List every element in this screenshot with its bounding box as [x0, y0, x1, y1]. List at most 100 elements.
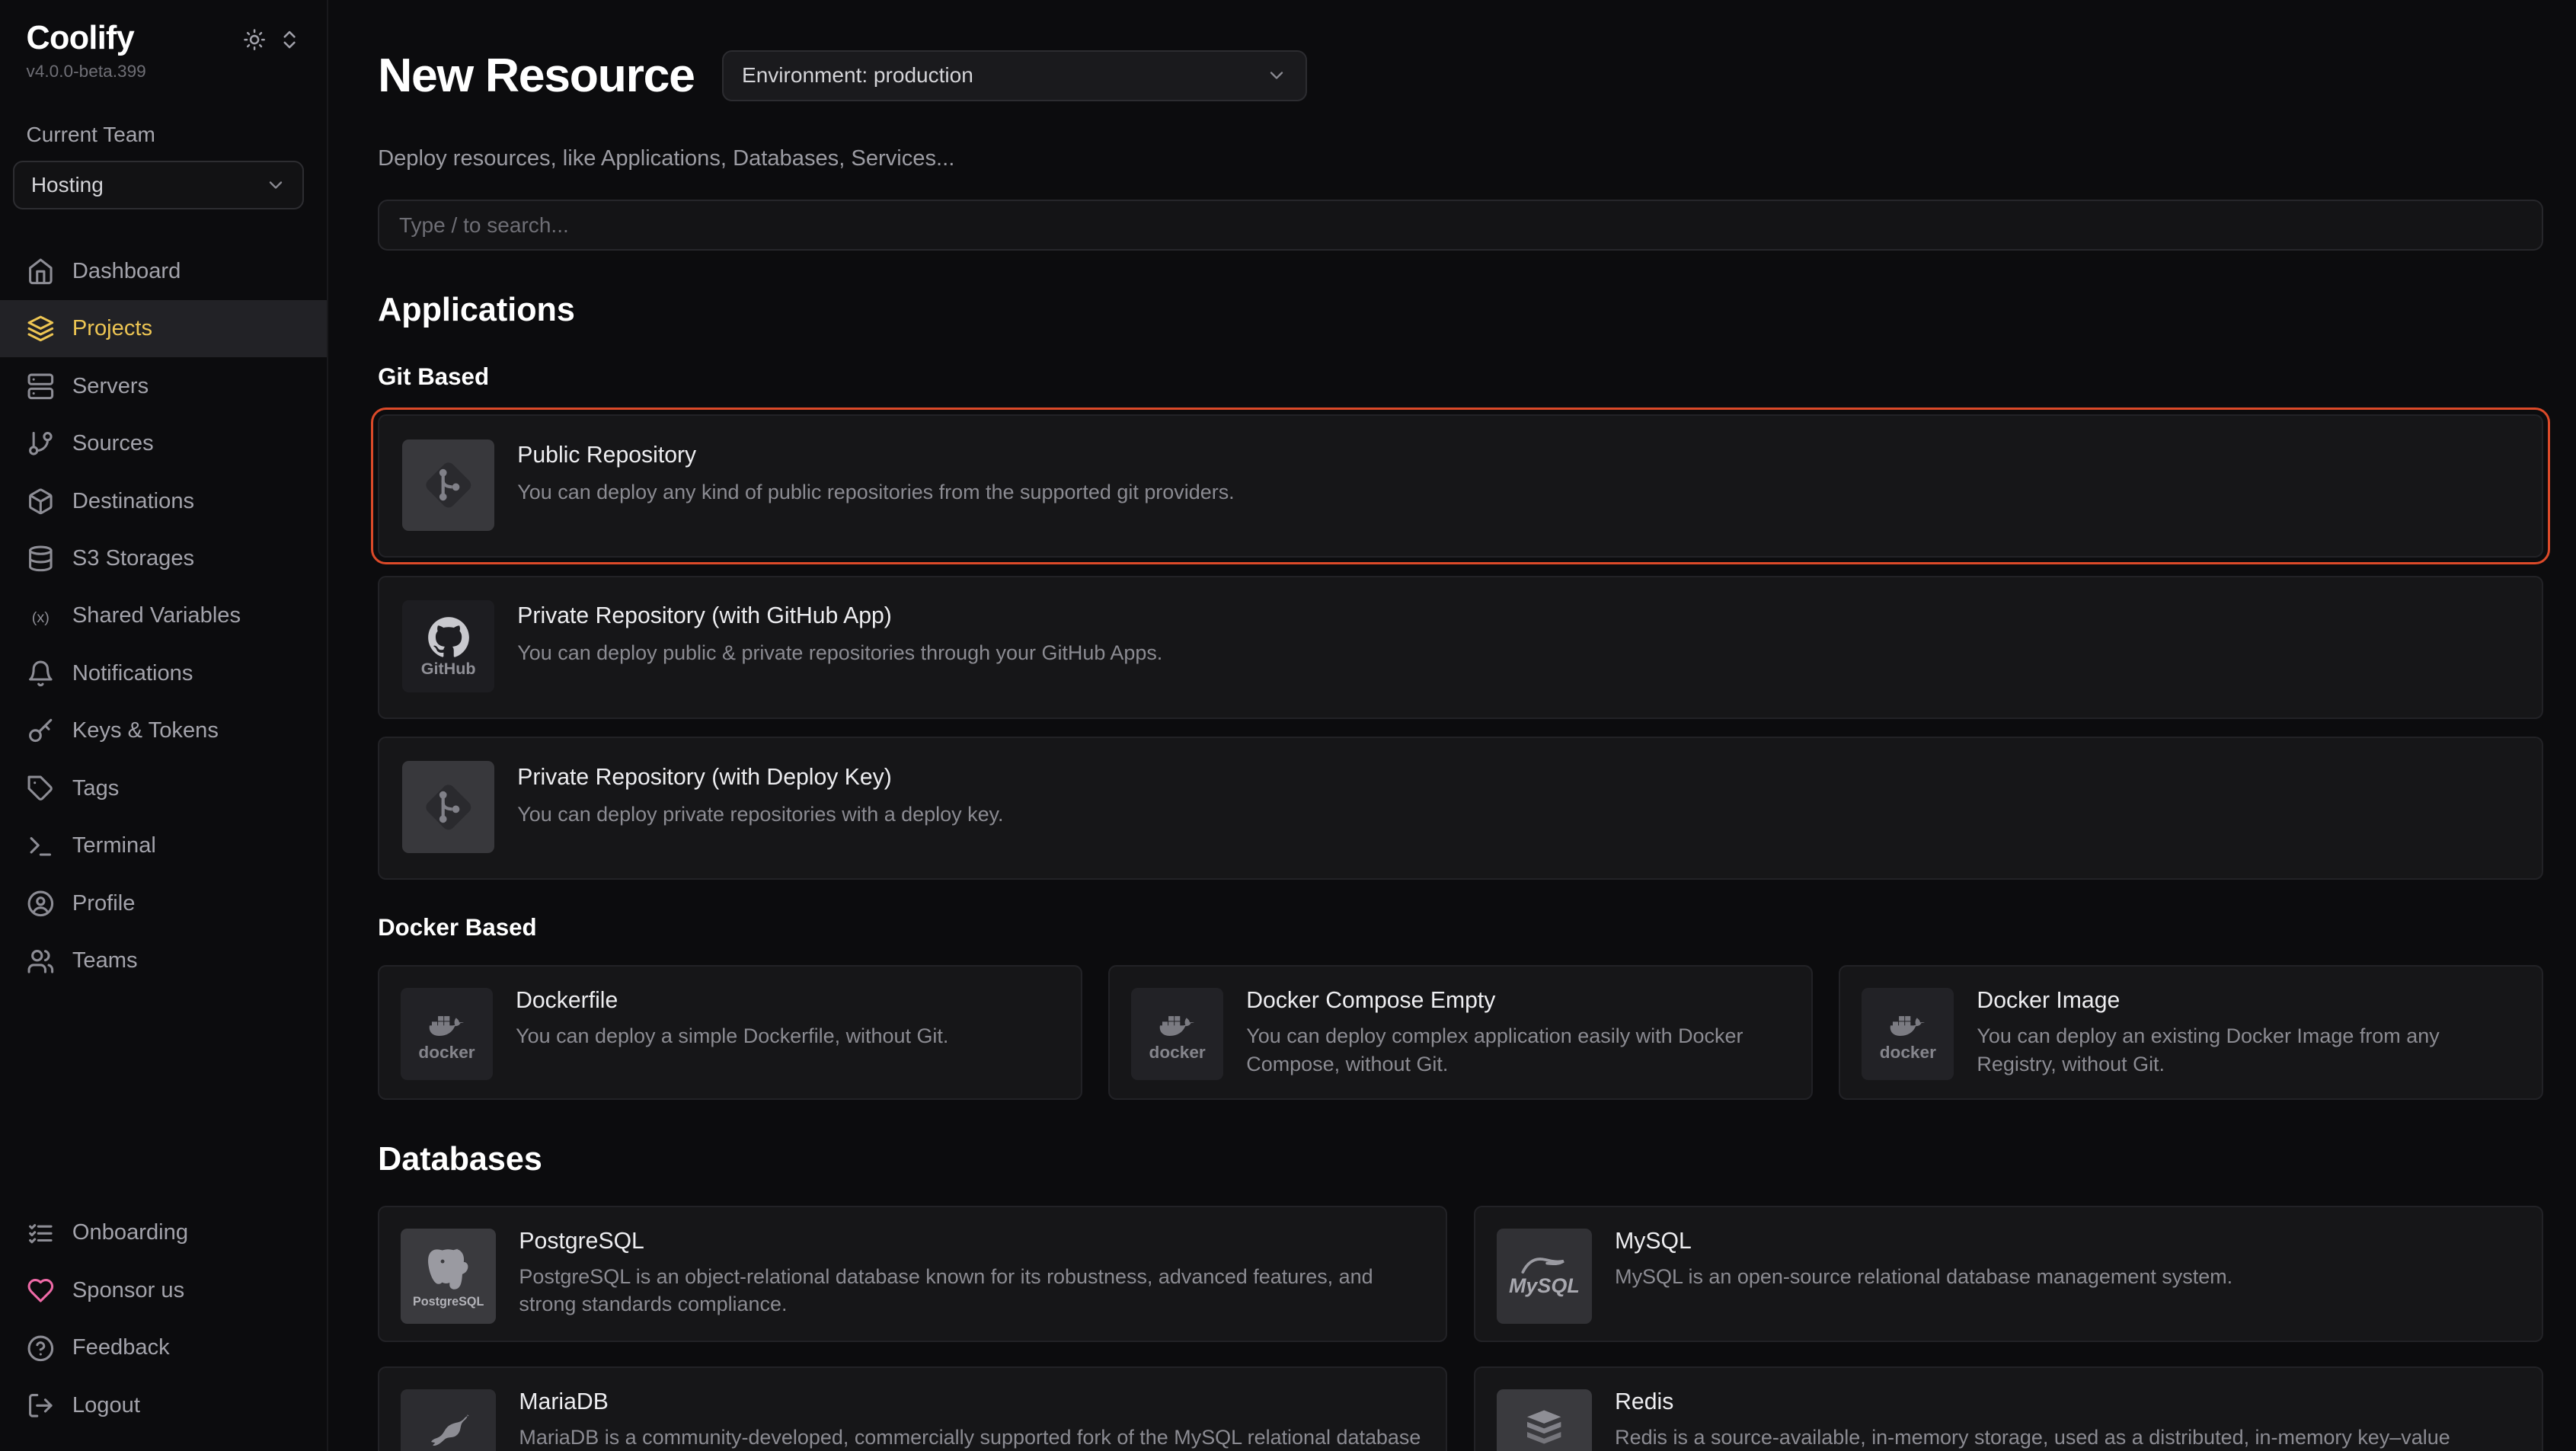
postgresql-wordmark: PostgreSQL: [413, 1296, 484, 1308]
sidebar-footer-nav: Onboarding Sponsor us Feedback Logout: [0, 1204, 327, 1434]
card-postgresql[interactable]: PostgreSQL PostgreSQL PostgreSQL is an o…: [378, 1206, 1447, 1342]
mariadb-icon: MariaDB: [401, 1389, 496, 1450]
card-mysql[interactable]: MySQL MySQL MySQL is an open-source rela…: [1474, 1206, 2543, 1342]
sidebar: Coolify v4.0.0-beta.399 Current Team Hos…: [0, 0, 328, 1451]
sidebar-item-logout[interactable]: Logout: [0, 1377, 327, 1434]
logout-icon: [27, 1392, 55, 1420]
sidebar-item-label: Shared Variables: [72, 603, 241, 628]
sidebar-item-keys-tokens[interactable]: Keys & Tokens: [0, 702, 327, 759]
card-description: Redis is a source-available, in-memory s…: [1615, 1424, 2520, 1450]
sidebar-item-servers[interactable]: Servers: [0, 357, 327, 414]
sidebar-item-sources[interactable]: Sources: [0, 415, 327, 472]
card-description: You can deploy any kind of public reposi…: [517, 478, 2519, 506]
docker-wordmark: docker: [1149, 1044, 1206, 1062]
help-circle-icon: [27, 1334, 55, 1363]
card-docker-image[interactable]: docker Docker Image You can deploy an ex…: [1839, 965, 2543, 1100]
page-title: New Resource: [378, 48, 695, 103]
card-title: Public Repository: [517, 443, 2519, 468]
redis-icon: redis: [1497, 1389, 1592, 1450]
card-mariadb[interactable]: MariaDB MariaDB MariaDB is a community-d…: [378, 1366, 1447, 1450]
chevrons-up-down-icon[interactable]: [278, 28, 301, 51]
sidebar-item-s3-storages[interactable]: S3 Storages: [0, 530, 327, 587]
git-branch-icon: [27, 430, 55, 458]
sidebar-item-destinations[interactable]: Destinations: [0, 472, 327, 529]
github-wordmark: GitHub: [421, 660, 476, 677]
card-description: You can deploy complex application easil…: [1246, 1022, 1790, 1078]
card-title: Docker Image: [1977, 988, 2520, 1014]
sidebar-item-onboarding[interactable]: Onboarding: [0, 1204, 327, 1261]
card-dockerfile[interactable]: docker Dockerfile You can deploy a simpl…: [378, 965, 1082, 1100]
current-team-label: Current Team: [0, 123, 327, 147]
card-description: PostgreSQL is an object-relational datab…: [519, 1263, 1424, 1318]
sidebar-item-label: Feedback: [72, 1335, 170, 1360]
environment-select[interactable]: Environment: production: [722, 50, 1307, 101]
card-title: MariaDB: [519, 1389, 1424, 1415]
team-select-value: Hosting: [31, 173, 104, 197]
heart-icon: [27, 1277, 55, 1305]
sidebar-item-label: Servers: [72, 374, 149, 399]
card-description: You can deploy a simple Dockerfile, with…: [516, 1022, 1059, 1050]
docker-wordmark: docker: [1880, 1044, 1936, 1062]
sidebar-item-label: Keys & Tokens: [72, 718, 219, 743]
card-title: MySQL: [1615, 1229, 2520, 1254]
sidebar-nav: Dashboard Projects Servers Sources Desti…: [0, 242, 327, 989]
app-logo[interactable]: Coolify: [27, 20, 135, 57]
environment-select-value: Environment: production: [742, 63, 973, 88]
card-private-repository-github-app[interactable]: GitHub Private Repository (with GitHub A…: [378, 576, 2543, 719]
postgresql-icon: PostgreSQL: [401, 1229, 496, 1324]
card-public-repository[interactable]: Public Repository You can deploy any kin…: [378, 414, 2543, 558]
sidebar-item-shared-variables[interactable]: Shared Variables: [0, 587, 327, 644]
card-description: You can deploy an existing Docker Image …: [1977, 1022, 2520, 1078]
card-private-repository-deploy-key[interactable]: Private Repository (with Deploy Key) You…: [378, 737, 2543, 880]
team-select[interactable]: Hosting: [13, 161, 304, 210]
docker-based-cards: docker Dockerfile You can deploy a simpl…: [378, 965, 2543, 1100]
home-icon: [27, 257, 55, 286]
list-checks-icon: [27, 1219, 55, 1248]
card-redis[interactable]: redis Redis Redis is a source-available,…: [1474, 1366, 2543, 1450]
terminal-icon: [27, 833, 55, 861]
sidebar-item-terminal[interactable]: Terminal: [0, 817, 327, 874]
section-heading-applications: Applications: [378, 292, 2543, 329]
theme-toggle-sun-icon[interactable]: [243, 28, 266, 51]
bell-icon: [27, 660, 55, 688]
sidebar-item-dashboard[interactable]: Dashboard: [0, 242, 327, 299]
docker-wordmark: docker: [418, 1044, 475, 1062]
card-docker-compose-empty[interactable]: docker Docker Compose Empty You can depl…: [1108, 965, 1813, 1100]
user-circle-icon: [27, 890, 55, 918]
card-title: Docker Compose Empty: [1246, 988, 1790, 1014]
variable-icon: [27, 602, 55, 631]
card-title: Redis: [1615, 1389, 2520, 1415]
key-icon: [27, 718, 55, 746]
sidebar-item-label: Terminal: [72, 833, 156, 858]
users-icon: [27, 948, 55, 976]
sidebar-item-profile[interactable]: Profile: [0, 875, 327, 932]
sidebar-item-label: Sponsor us: [72, 1278, 184, 1303]
layers-icon: [27, 315, 55, 343]
sidebar-item-label: Dashboard: [72, 259, 181, 284]
card-title: Private Repository (with Deploy Key): [517, 765, 2519, 791]
card-title: Dockerfile: [516, 988, 1059, 1014]
sidebar-item-feedback[interactable]: Feedback: [0, 1319, 327, 1376]
page-subtitle: Deploy resources, like Applications, Dat…: [378, 146, 2543, 171]
git-icon: [402, 439, 494, 532]
section-heading-databases: Databases: [378, 1141, 2543, 1178]
sidebar-item-sponsor-us[interactable]: Sponsor us: [0, 1262, 327, 1319]
database-cards: PostgreSQL PostgreSQL PostgreSQL is an o…: [378, 1206, 2543, 1451]
main-content: New Resource Environment: production Dep…: [328, 0, 2576, 1451]
sidebar-item-tags[interactable]: Tags: [0, 760, 327, 817]
docker-icon: docker: [1131, 988, 1223, 1080]
server-icon: [27, 372, 55, 401]
sidebar-item-projects[interactable]: Projects: [0, 300, 327, 357]
search-input[interactable]: [378, 200, 2543, 251]
database-icon: [27, 545, 55, 573]
subsection-heading-git-based: Git Based: [378, 363, 2543, 391]
card-description: You can deploy public & private reposito…: [517, 639, 2519, 666]
tag-icon: [27, 775, 55, 803]
sidebar-item-notifications[interactable]: Notifications: [0, 645, 327, 702]
mysql-wordmark: MySQL: [1509, 1276, 1580, 1296]
git-based-cards: Public Repository You can deploy any kin…: [378, 414, 2543, 879]
sidebar-item-label: Logout: [72, 1393, 140, 1418]
sidebar-item-teams[interactable]: Teams: [0, 932, 327, 989]
sidebar-item-label: Teams: [72, 948, 138, 973]
card-description: MySQL is an open-source relational datab…: [1615, 1263, 2520, 1290]
